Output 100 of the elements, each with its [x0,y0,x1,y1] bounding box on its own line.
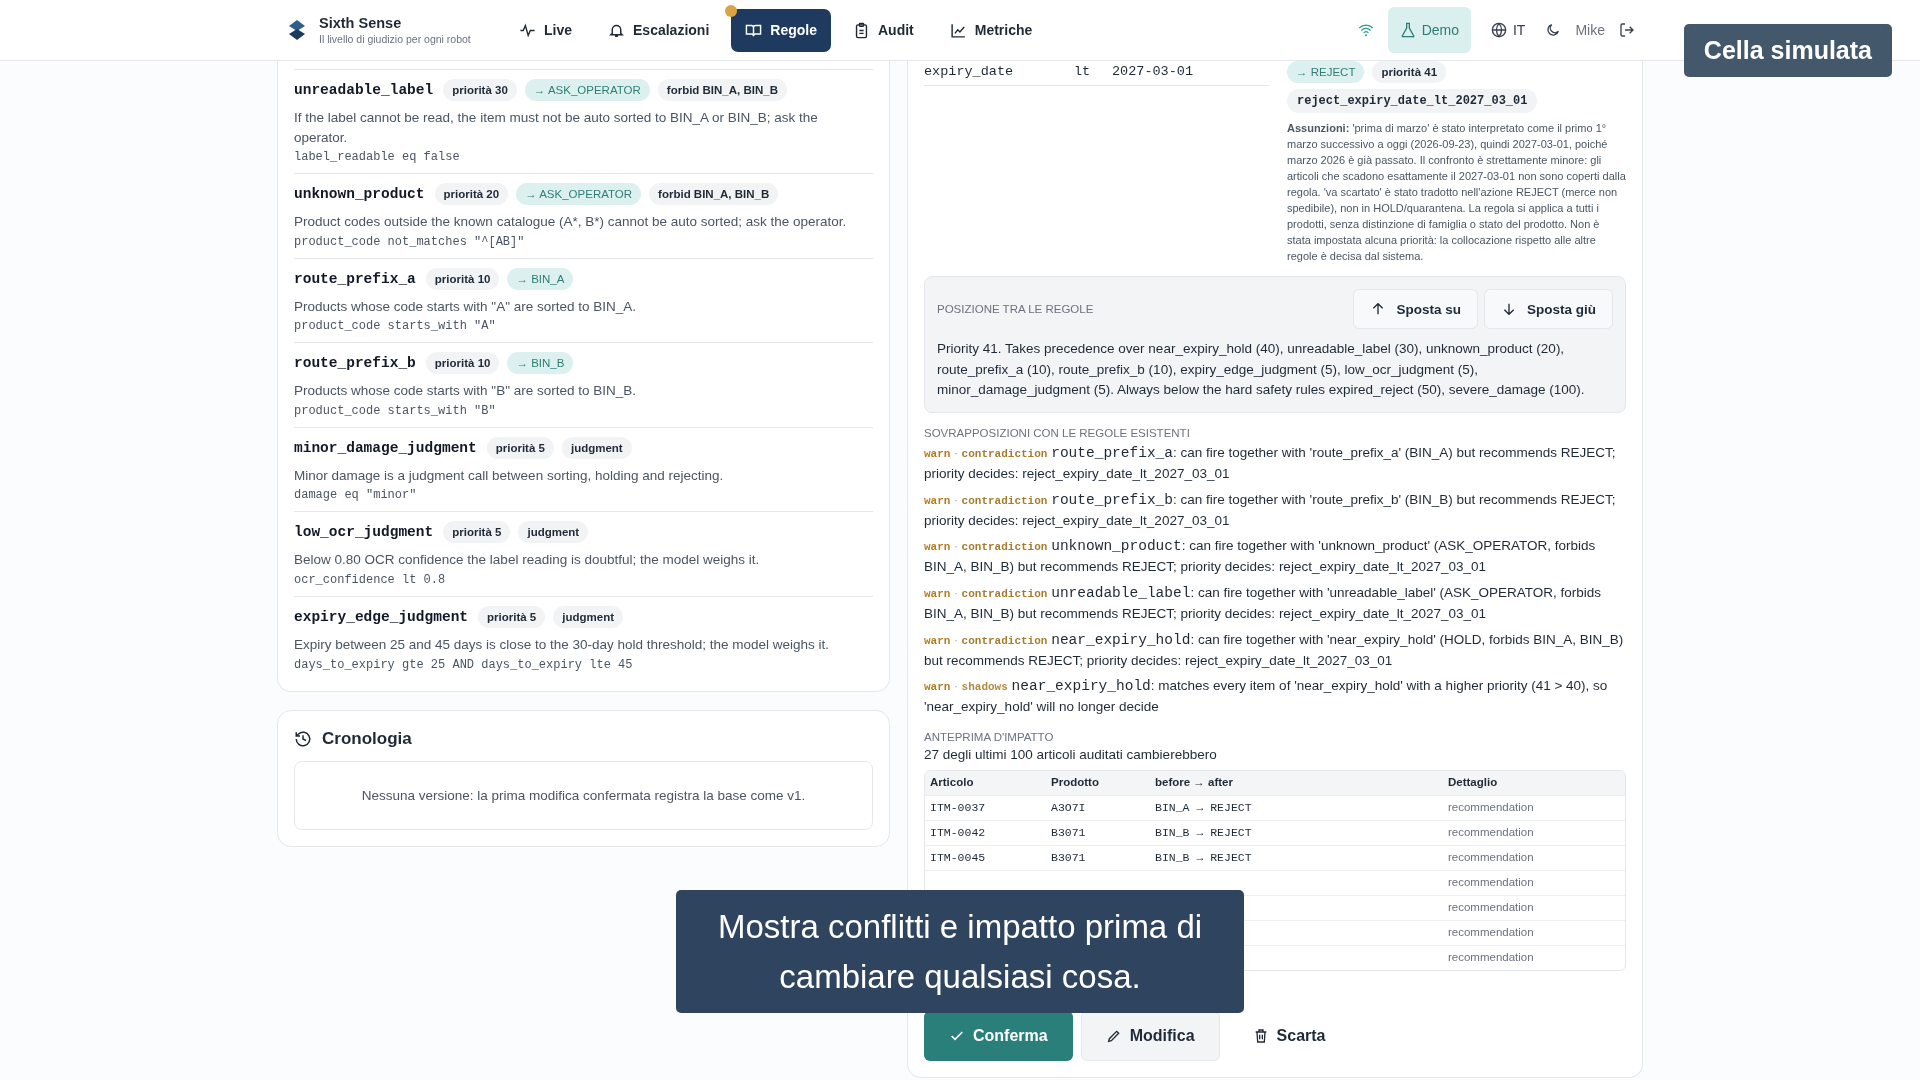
rule-name: unreadable_label [294,82,434,98]
condition-field: expiry_date [924,64,1074,79]
edit-button[interactable]: Modifica [1080,1010,1220,1061]
rule-name: low_ocr_judgment [294,524,434,541]
assumptions-text: Assunzioni: 'prima di marzo' è stato interpretato come il primo 1° marzo successivo a oggi (2026-09-23), quindi 2027-03-01, poiché marzo 2026 è già passato. Il confronto è strettamente minore: gli articoli che scadono esattamente il 2027-03-01 non sono coperti dalla regola. 'va scartato' è stato tradotto nell'azione REJECT (merce non spedibile), non in HOLD/quarantena. La regola si applica a tutti i prodotti, senza distinzione di famiglia o stato del prodotto. Non è stata impostata alcuna priorità: la collocazione rispetto alle altre regole è decisa dal sistema. [1287,121,1626,264]
table-cell-text: BIN_B → REJECT [1154,849,1253,866]
overlap-warning: warn · contradiction route_prefix_a: can fire together with 'route_prefix_a' (BIN_A) but recommends REJECT; priority decides: reject_expiry_date_lt_2027_03_01 [924,444,1617,484]
move-down-button[interactable]: Sposta giù [1484,289,1613,330]
rule-description: Minor damage is a judgment call between sorting, holding and rejecting. [294,466,725,485]
overlap-warning: warn · contradiction route_prefix_b: can fire together with 'route_prefix_b' (BIN_B) but recommends REJECT; priority decides: reject_expiry_date_lt_2027_03_01 [924,490,1617,530]
rule-description: Products whose code starts with "B" are sorted to BIN_B. [294,382,637,401]
rule-description: Below 0.80 OCR confidence the label reading is doubtful; the model weighs it. [294,551,761,570]
rule-tag: forbid BIN_A, BIN_B [657,79,787,101]
priority-tag: priorità 10 [425,352,500,375]
simulated-cell-badge: Cella simulata [1683,24,1892,77]
rule-condition: damage eq "minor" [294,488,418,503]
pulse-icon [519,21,536,39]
nav-tab[interactable]: Metriche [935,8,1047,52]
action-tag: → BIN_B [507,352,574,375]
impact-summary: 27 degli ultimi 100 articoli auditati cambierebbero [924,746,1218,762]
nav-tab[interactable]: Live [505,8,586,52]
condition-value: 2027-03-01 [1112,64,1194,79]
confirm-button[interactable]: Conferma [924,1010,1073,1061]
discard-button[interactable]: Scarta [1227,1010,1351,1061]
table-cell-text: ITM-0045 [929,849,987,866]
rule-tag: judgment [561,436,632,459]
section-heading: SOVRAPPOSIZIONI CON LE REGOLE ESISTENTI [924,427,1191,440]
table-cell-text: ITM-0042 [929,824,987,841]
wifi-icon [1357,22,1374,38]
rule-name: expiry_edge_judgment [294,608,469,625]
table-cell-text: BIN_A → REJECT [1154,799,1253,816]
move-up-button[interactable]: Sposta su [1353,289,1478,330]
flask-icon [1399,22,1416,38]
column-header: Articolo [929,774,975,790]
table-cell-text: recommendation [1447,824,1535,840]
overlap-warning: warn · contradiction near_expiry_hold: can fire together with 'near_expiry_hold' (HOLD, forbids BIN_A, BIN_B) but recommends REJECT; priority decides: reject_expiry_date_lt_2027_03_01 [924,630,1625,670]
priority-tag: priorità 20 [434,183,509,206]
table-cell-text: recommendation [1447,924,1535,940]
language-button[interactable]: IT [1485,21,1532,39]
rule-condition: days_to_expiry gte 25 AND days_to_expiry lte 45 [294,657,634,672]
table-cell-text: ITM-0037 [929,799,987,816]
priority-tag: priorità 5 [486,436,554,459]
rule-condition: ocr_confidence lt 0.8 [294,572,447,587]
section-heading: POSIZIONE TRA LE REGOLE [937,303,1094,316]
condition-operator: lt [1074,64,1092,79]
position-text: Priority 41. Takes precedence over near_expiry_hold (40), unreadable_label (30), unknown_product (20), route_prefix_a (10), route_prefix_b (10), expiry_edge_judgment (5), low_ocr_judgment (5), minor_damage_judgment (5). Always below the hard safety rules expired_reject (50), severe_damage (100). [937,340,1586,399]
table-cell-text: BIN_B → REJECT [1154,824,1253,841]
action-tag: → ASK_OPERATOR [524,79,650,101]
nav-tab[interactable]: Regole [731,8,831,52]
rule-condition: label_readable eq false [294,150,461,165]
rule-condition: product_code starts_with "B" [294,403,497,418]
nav-tab[interactable]: Escalazioni [594,8,724,52]
empty-message: Nessuna versione: la prima modifica confermata registra la base come v1. [294,760,873,830]
line-chart-icon [949,21,967,39]
caption-overlay: Mostra conflitti e impatto prima di cambiare qualsiasi cosa. [676,890,1244,1013]
overlap-warning: warn · shadows near_expiry_hold: matches every item of 'near_expiry_hold' with a higher priority (41 > 40), so 'near_expiry_hold' will no longer decide [924,677,1609,717]
table-cell-text: recommendation [1447,899,1535,915]
logout-icon[interactable] [1619,22,1635,38]
overlap-warning: warn · contradiction unreadable_label: can fire together with 'unreadable_label' (ASK_OPERATOR, forbids BIN_A, BIN_B) but recommends REJECT; priority decides: reject_expiry_date_lt_2027_03_01 [924,583,1603,623]
demo-toggle[interactable]: Demo [1387,7,1471,53]
priority-tag: priorità 41 [1372,61,1447,83]
rule-condition: product_code starts_with "A" [294,319,497,334]
arrow-down-icon [1501,301,1517,318]
rule-description: Products whose code starts with "A" are sorted to BIN_A. [294,297,637,316]
rule-id-tag: reject_expiry_date_lt_2027_03_01 [1287,89,1538,113]
table-cell-text: B3071 [1050,849,1087,866]
rule-tag: judgment [518,521,589,544]
column-header: Prodotto [1050,774,1100,790]
rule-name: unknown_product [294,186,425,203]
column-header: before → after [1154,774,1234,790]
user-name: Mike [1575,22,1605,38]
rule-description: If the label cannot be read, the item must not be auto sorted to BIN_A or BIN_B; ask the operator. [294,109,819,147]
overlap-warning: warn · contradiction unknown_product: can fire together with 'unknown_product' (ASK_OPERATOR, forbids BIN_A, BIN_B) but recommends REJECT; priority decides: reject_expiry_date_lt_2027_03_01 [924,537,1597,577]
rule-name: route_prefix_a [294,270,416,287]
section-heading: ANTEPRIMA D'IMPATTO [924,730,1055,743]
column-header: Dettaglio [1447,774,1499,790]
rule-description: Expiry between 25 and 45 days is close to the 30-day hold threshold; the model weighs it. [294,635,831,654]
rule-tag: forbid BIN_A, BIN_B [649,183,779,206]
table-cell-text: A3O7I [1050,799,1087,816]
table-cell-text: B3071 [1050,824,1087,841]
priority-tag: priorità 30 [443,79,517,101]
table-cell-text: recommendation [1447,949,1535,965]
history-icon [294,729,312,748]
table-cell-text: recommendation [1447,849,1535,865]
theme-toggle-icon[interactable] [1545,22,1562,38]
globe-icon [1491,22,1507,38]
brand-tagline: Il livello di giudizio per ogni robot [319,33,471,45]
history-title: Cronologia [322,728,412,749]
brand-name: Sixth Sense [319,15,403,31]
rule-description: Product codes outside the known catalogue (A*, B*) cannot be auto sorted; ask the operator. [294,213,848,232]
priority-tag: priorità 10 [425,267,500,290]
action-tag: → BIN_A [507,267,574,290]
rule-name: route_prefix_b [294,355,416,372]
priority-tag: priorità 5 [443,521,511,544]
table-cell-text: recommendation [1447,799,1535,815]
rule-name: minor_damage_judgment [294,439,477,456]
action-tag: → REJECT [1287,61,1365,83]
nav-tab[interactable]: Audit [838,8,928,52]
priority-tag: priorità 5 [478,605,546,628]
rule-tag: judgment [553,605,623,628]
